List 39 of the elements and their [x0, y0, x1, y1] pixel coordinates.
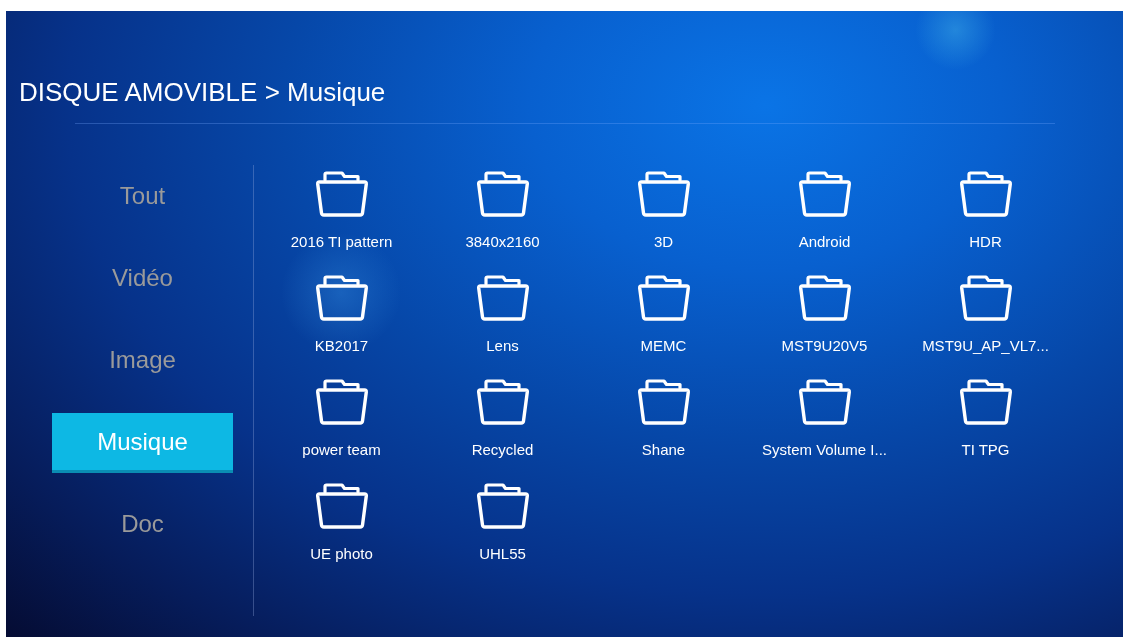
folder-name[interactable]: Recycled — [471, 441, 534, 459]
folder-name[interactable]: KB2017 — [314, 337, 369, 355]
folder-name[interactable]: MST9U20V5 — [781, 337, 868, 355]
folder-name[interactable]: power team — [302, 441, 381, 459]
folder-icon[interactable] — [635, 170, 692, 218]
category-tab[interactable]: Doc — [52, 495, 233, 555]
folder-icon[interactable] — [474, 378, 531, 426]
folder-icon[interactable] — [635, 274, 692, 322]
folder-icon[interactable] — [313, 378, 370, 426]
folder-name[interactable]: 2016 TI pattern — [290, 233, 393, 251]
folder-name[interactable]: UE photo — [310, 545, 373, 563]
category-tab[interactable]: Vidéo — [52, 249, 233, 309]
folder-icon[interactable] — [474, 170, 531, 218]
folder-name[interactable]: MST9U_AP_VL7... — [922, 337, 1049, 355]
folder-icon[interactable] — [796, 378, 853, 426]
folder-name[interactable]: 3840x2160 — [465, 233, 540, 251]
folder-icon[interactable] — [474, 482, 531, 530]
folder-name[interactable]: UHL55 — [479, 545, 526, 563]
folder-name[interactable]: TI TPG — [961, 441, 1010, 459]
folder-icon[interactable] — [635, 378, 692, 426]
folder-icon[interactable] — [313, 170, 370, 218]
folder-name[interactable]: HDR — [969, 233, 1002, 251]
folder-name[interactable]: Lens — [486, 337, 519, 355]
folder-name[interactable]: System Volume I... — [761, 441, 887, 459]
folder-name[interactable]: MEMC — [640, 337, 687, 355]
folder-icon[interactable] — [313, 482, 370, 530]
folder-name[interactable]: Shane — [641, 441, 686, 459]
folder-name[interactable]: 3D — [653, 233, 674, 251]
category-tab[interactable]: Image — [52, 331, 233, 391]
folder-icon[interactable] — [957, 274, 1014, 322]
folder-icon[interactable] — [957, 378, 1014, 426]
folder-icon[interactable] — [796, 274, 853, 322]
folder-name[interactable]: Android — [798, 233, 851, 251]
breadcrumb-title: DISQUE AMOVIBLE > Musique — [18, 76, 387, 109]
folder-icon[interactable] — [313, 274, 370, 322]
folder-icon[interactable] — [474, 274, 531, 322]
folder-icon[interactable] — [957, 170, 1014, 218]
folder-icon[interactable] — [796, 170, 853, 218]
category-tab[interactable]: Tout — [52, 167, 233, 227]
